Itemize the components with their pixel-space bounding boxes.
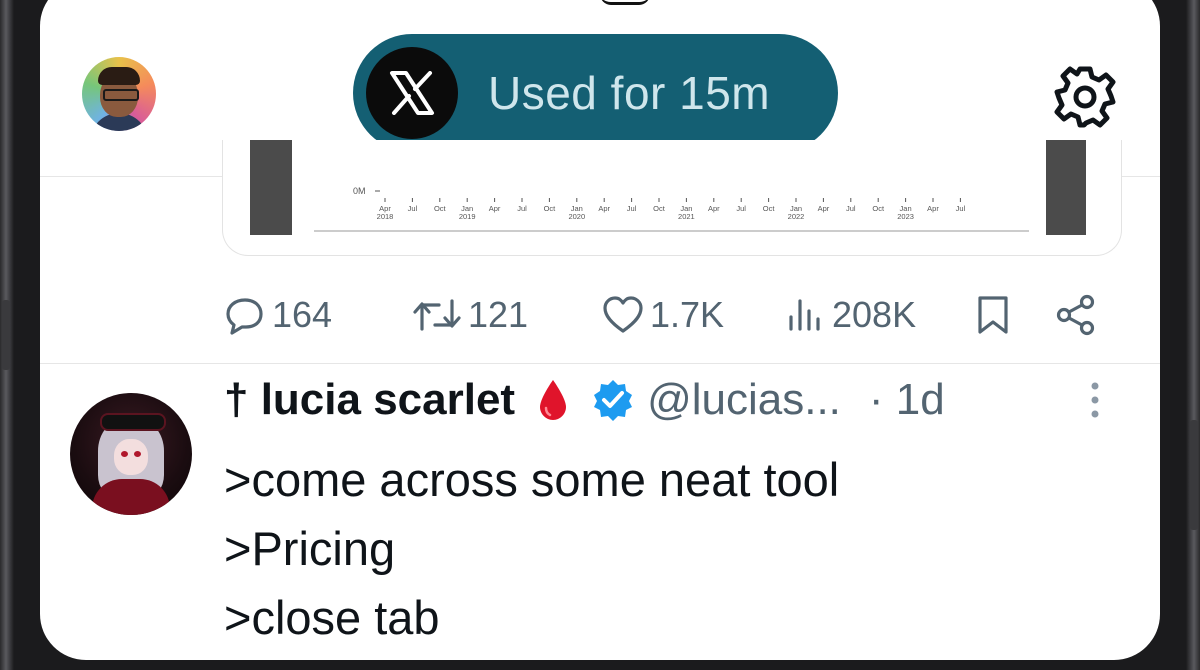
tweet-text-line-1: >come across some neat tool (224, 453, 840, 506)
x-tick-month: Jul (627, 204, 637, 213)
x-tick-year: 2021 (678, 212, 695, 221)
like-count: 1.7K (650, 294, 725, 335)
tweet-text-line-2: >Pricing (224, 522, 396, 575)
x-tick-month: Apr (927, 204, 939, 213)
bookmark-button[interactable] (975, 285, 1011, 345)
x-tick-month: Apr (708, 204, 720, 213)
y-tick-0m: 0M (353, 186, 366, 196)
x-tick-month: Oct (763, 204, 776, 213)
more-options-icon[interactable] (1090, 380, 1100, 420)
views-icon (789, 299, 820, 331)
x-tick-month: Apr (489, 204, 501, 213)
media-chart-preview[interactable]: 0M Apr Jul Oct Jan Apr Jul Oct Jan Apr Jul Oct Jan A… (222, 140, 1122, 256)
author-avatar[interactable] (70, 393, 192, 515)
heart-icon (603, 296, 643, 333)
reply-icon (226, 298, 263, 335)
x-tick-month: Oct (872, 204, 885, 213)
x-tick-month: Jul (956, 204, 966, 213)
tweet-header: † lucia scarlet @lucias... · 1d (224, 372, 945, 428)
phone-screen: Used for 15m 0M Apr Jul Oct Jan Apr Jul Oct Jan… (40, 0, 1160, 660)
post-divider (40, 363, 1160, 364)
blood-drop-icon (540, 380, 567, 420)
x-tick-month: Oct (653, 204, 666, 213)
x-tick-month: Oct (544, 204, 557, 213)
reply-button[interactable]: 164 (224, 285, 332, 345)
x-tick-month: Jul (736, 204, 746, 213)
share-icon (1056, 294, 1095, 336)
chart-axes: 0M Apr Jul Oct Jan Apr Jul Oct Jan Apr Jul Oct Jan A… (314, 186, 1029, 232)
reply-count: 164 (272, 294, 333, 335)
x-tick-month: Apr (598, 204, 610, 213)
views-count: 208K (832, 294, 917, 335)
side-button-left (2, 300, 10, 370)
gear-icon[interactable] (1052, 64, 1118, 130)
verified-badge-icon (594, 380, 633, 421)
x-tick-month: Jul (517, 204, 527, 213)
like-button[interactable]: 1.7K (602, 285, 724, 345)
x-logo-icon (366, 47, 458, 139)
x-tick-month: Jul (846, 204, 856, 213)
repost-count: 121 (468, 294, 529, 335)
x-tick-year: 2022 (788, 212, 805, 221)
usage-label: Used for 15m (488, 67, 771, 119)
side-button-right (1190, 420, 1198, 530)
author-handle[interactable]: @lucias... (647, 375, 841, 425)
share-button[interactable] (1055, 285, 1097, 345)
x-tick-year: 2019 (459, 212, 476, 221)
views-button[interactable]: 208K (786, 285, 916, 345)
x-tick-year: 2023 (897, 212, 914, 221)
post-action-bar: 164 121 1.7K 208K (40, 285, 1160, 345)
repost-icon (413, 299, 461, 331)
x-tick-month: Apr (818, 204, 830, 213)
x-tick-year: 2020 (568, 212, 585, 221)
author-name[interactable]: † lucia scarlet (224, 375, 515, 425)
x-tick-month: Oct (434, 204, 447, 213)
tweet-time[interactable]: · 1d (869, 375, 945, 425)
tweet-text-line-3: >close tab (224, 591, 440, 644)
bookmark-icon (978, 296, 1008, 334)
profile-avatar[interactable] (82, 57, 156, 131)
screen-time-pill[interactable]: Used for 15m (353, 34, 838, 152)
repost-button[interactable]: 121 (412, 285, 528, 345)
x-tick-year: 2018 (377, 212, 394, 221)
x-tick-month: Jul (408, 204, 418, 213)
dynamic-island-edge (600, 0, 650, 5)
